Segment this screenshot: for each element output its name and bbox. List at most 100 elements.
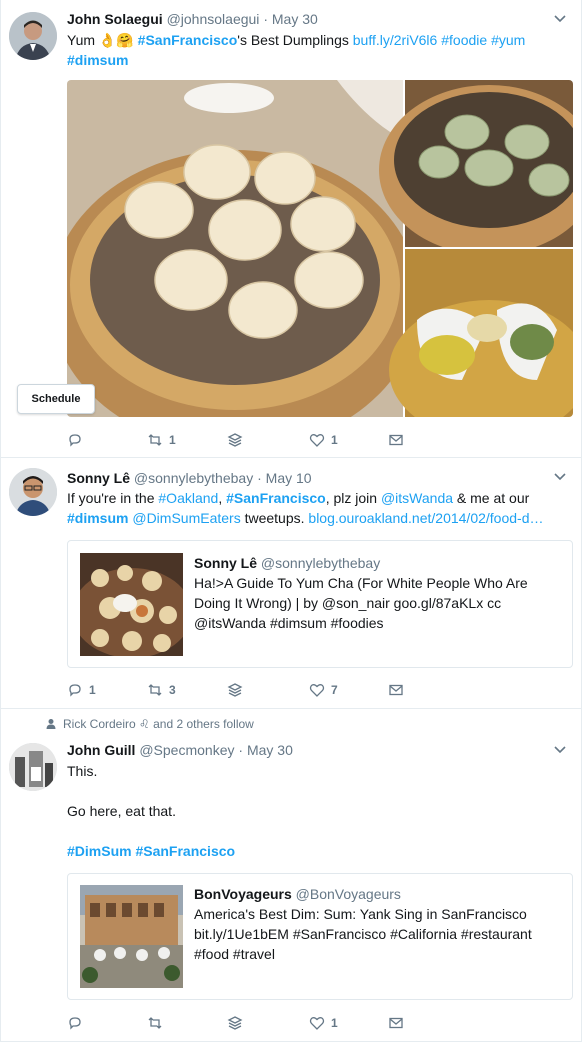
hashtag-link[interactable]: #DimSum xyxy=(67,843,132,859)
hashtag-link[interactable]: #dimsum xyxy=(67,52,128,68)
social-context-text[interactable]: Rick Cordeiro ♌ and 2 others follow xyxy=(63,717,254,731)
like-count: 1 xyxy=(331,1016,338,1030)
tweet[interactable]: Rick Cordeiro ♌ and 2 others follow John… xyxy=(0,709,582,1042)
author-name[interactable]: John Solaegui xyxy=(67,11,163,27)
mention-link[interactable]: @DimSumEaters xyxy=(132,510,240,526)
card-body: Sonny Lê @sonnylebythebay Ha!>A Guide To… xyxy=(194,553,562,633)
stack-button[interactable] xyxy=(227,430,249,450)
separator: · xyxy=(263,11,268,27)
reply-icon xyxy=(69,1017,81,1030)
quoted-tweet-card[interactable]: BonVoyageurs @BonVoyageurs America's Bes… xyxy=(67,873,573,1000)
stack-icon xyxy=(227,683,243,697)
retweet-icon xyxy=(148,1017,162,1029)
heart-icon xyxy=(309,684,325,697)
hashtag-link[interactable]: #SanFrancisco xyxy=(138,32,238,48)
tweet-actions: 1 3 7 xyxy=(67,680,407,700)
reply-button[interactable] xyxy=(67,1013,89,1033)
author-handle[interactable]: @Specmonkey xyxy=(139,742,234,758)
social-context: Rick Cordeiro ♌ and 2 others follow xyxy=(45,717,254,731)
retweet-count: 3 xyxy=(169,683,176,697)
schedule-button[interactable]: Schedule xyxy=(17,384,95,414)
quoted-text-line: bit.ly/1Ue1bEM #SanFrancisco #California… xyxy=(194,926,532,942)
stack-button[interactable] xyxy=(227,1013,249,1033)
avatar[interactable] xyxy=(9,12,57,60)
tweet-date[interactable]: May 30 xyxy=(272,11,318,27)
like-count: 7 xyxy=(331,683,338,697)
stack-icon xyxy=(227,1016,243,1030)
quoted-text-line: #food #travel xyxy=(194,946,275,962)
message-button[interactable] xyxy=(388,430,410,450)
reply-icon xyxy=(69,434,81,447)
message-icon xyxy=(389,684,403,696)
stack-button[interactable] xyxy=(227,680,249,700)
reply-button[interactable] xyxy=(67,430,89,450)
quoted-tweet-card[interactable]: Sonny Lê @sonnylebythebay Ha!>A Guide To… xyxy=(67,540,573,668)
quoted-author-handle: @BonVoyageurs xyxy=(295,886,401,902)
message-button[interactable] xyxy=(388,1013,410,1033)
mention-link[interactable]: @itsWanda xyxy=(381,490,453,506)
hashtag-link[interactable]: #foodie xyxy=(441,32,487,48)
tweet-header: John Solaegui @johnsolaegui · May 30 xyxy=(67,10,318,28)
heart-icon xyxy=(309,1017,325,1030)
person-icon xyxy=(46,719,56,729)
author-name[interactable]: Sonny Lê xyxy=(67,470,130,486)
separator: · xyxy=(238,742,244,758)
tweet[interactable]: Sonny Lê @sonnylebythebay · May 10 If yo… xyxy=(0,458,582,709)
retweet-button[interactable]: 3 xyxy=(147,680,176,700)
retweet-icon xyxy=(148,684,162,696)
like-count: 1 xyxy=(331,433,338,447)
url-link[interactable]: buff.ly/2riV6l6 xyxy=(353,32,438,48)
separator: · xyxy=(257,470,262,486)
message-icon xyxy=(389,1017,403,1029)
caret-down-icon[interactable] xyxy=(553,743,567,757)
quoted-author-handle: @sonnylebythebay xyxy=(260,555,381,571)
avatar[interactable] xyxy=(9,743,57,791)
author-name[interactable]: John Guill xyxy=(67,742,135,758)
tweet-date[interactable]: May 30 xyxy=(247,742,293,758)
tweet-header: Sonny Lê @sonnylebythebay · May 10 xyxy=(67,469,312,487)
hashtag-link[interactable]: #SanFrancisco xyxy=(226,490,326,506)
retweet-icon xyxy=(148,434,162,446)
message-icon xyxy=(389,434,403,446)
stack-icon xyxy=(227,433,243,447)
quoted-text-line: @itsWanda #dimsum #foodies xyxy=(194,615,384,631)
hashtag-link[interactable]: #Oakland xyxy=(158,490,218,506)
tweet-actions: 1 1 xyxy=(67,430,407,450)
message-button[interactable] xyxy=(388,680,410,700)
quoted-text-line: Doing It Wrong) | by @son_nair goo.gl/87… xyxy=(194,595,502,611)
text-fragment: , plz join xyxy=(325,490,381,506)
retweet-count: 1 xyxy=(169,433,176,447)
avatar[interactable] xyxy=(9,468,57,516)
tweet-actions: 1 xyxy=(67,1013,407,1033)
retweet-button[interactable] xyxy=(147,1013,169,1033)
quoted-author-name: Sonny Lê xyxy=(194,555,258,571)
hashtag-link[interactable]: #SanFrancisco xyxy=(135,843,235,859)
text-fragment: tweetups. xyxy=(240,510,309,526)
tweet-header: John Guill @Specmonkey · May 30 xyxy=(67,741,293,759)
url-link[interactable]: blog.ouroakland.net/2014/02/food-d… xyxy=(308,510,543,526)
caret-down-icon[interactable] xyxy=(553,12,567,26)
hashtag-link[interactable]: #yum xyxy=(491,32,525,48)
text-fragment: Yum 👌🤗 xyxy=(67,32,138,48)
tweet-text: If you're in the #Oakland, #SanFrancisco… xyxy=(67,488,569,528)
author-handle[interactable]: @johnsolaegui xyxy=(167,11,260,27)
reply-button[interactable]: 1 xyxy=(67,680,96,700)
like-button[interactable]: 7 xyxy=(309,680,338,700)
quoted-author-name: BonVoyageurs xyxy=(194,886,292,902)
text-fragment: If you're in the xyxy=(67,490,159,506)
hashtag-link[interactable]: #dimsum xyxy=(67,510,128,526)
text-fragment: 's Best Dumplings xyxy=(237,32,353,48)
like-button[interactable]: 1 xyxy=(309,1013,338,1033)
heart-icon xyxy=(309,434,325,447)
tweet-date[interactable]: May 10 xyxy=(266,470,312,486)
author-handle[interactable]: @sonnylebythebay xyxy=(134,470,253,486)
card-image xyxy=(80,553,183,656)
quoted-text-line: America's Best Dim: Sum: Yank Sing in Sa… xyxy=(194,906,527,922)
quoted-text-line: Ha!>A Guide To Yum Cha (For White People… xyxy=(194,575,528,591)
retweet-button[interactable]: 1 xyxy=(147,430,176,450)
like-button[interactable]: 1 xyxy=(309,430,338,450)
tweet[interactable]: John Solaegui @johnsolaegui · May 30 Yum… xyxy=(0,0,582,458)
tweet-text: This. Go here, eat that. #DimSum #SanFra… xyxy=(67,761,569,861)
media-grid[interactable] xyxy=(67,80,573,417)
caret-down-icon[interactable] xyxy=(553,470,567,484)
